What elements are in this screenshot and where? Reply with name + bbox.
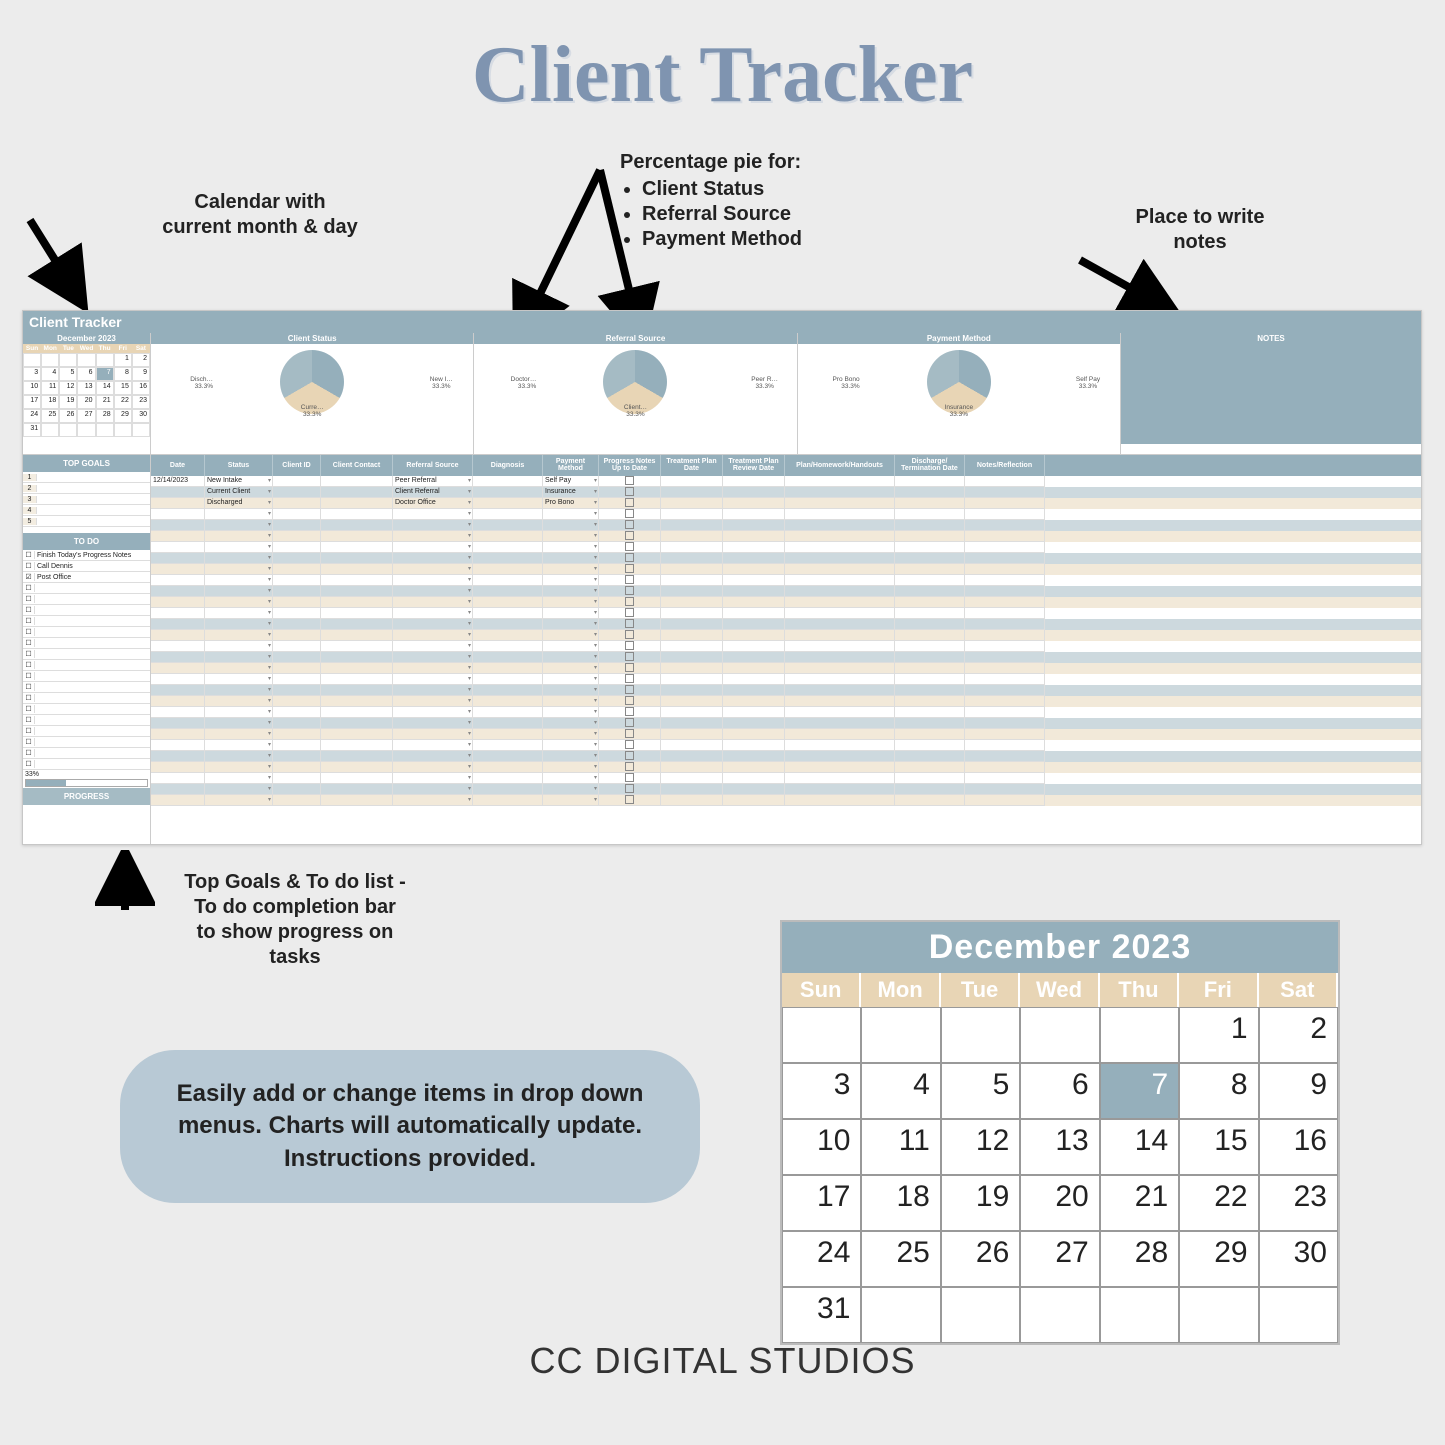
left-column: TOP GOALS 12345 TO DO ☐Finish Today's Pr… <box>23 455 151 845</box>
progress-pct: 33% <box>25 771 39 778</box>
annotation-goals-todo: Top Goals & To do list - To do completio… <box>140 870 450 970</box>
progress-label: PROGRESS <box>23 788 150 805</box>
big-calendar-day-labels: SunMonTueWedThuFriSat <box>782 973 1338 1007</box>
annotation-pies: Percentage pie for: Client Status Referr… <box>620 150 802 252</box>
chart-client-status: Client Status Disch… 33.3% New I… 33.3% … <box>151 333 474 454</box>
chart-referral-source: Referral Source Doctor… 33.3% Peer R… 33… <box>474 333 797 454</box>
page-title: Client Tracker <box>0 0 1445 131</box>
page: Client Tracker Calendar with current mon… <box>0 0 1445 171</box>
big-calendar-header: December 2023 <box>782 922 1338 973</box>
grid-body[interactable]: 12/14/2023New IntakePeer ReferralSelf Pa… <box>151 476 1421 806</box>
lower-band: TOP GOALS 12345 TO DO ☐Finish Today's Pr… <box>23 455 1421 845</box>
calendar-day-labels: SunMonTueWedThuFriSat <box>23 344 150 353</box>
spreadsheet: Client Tracker December 2023 SunMonTueWe… <box>22 310 1422 845</box>
todo-list[interactable]: ☐Finish Today's Progress Notes☐Call Denn… <box>23 550 150 770</box>
top-band: December 2023 SunMonTueWedThuFriSat 1234… <box>23 333 1421 455</box>
calendar-header: December 2023 <box>23 333 150 344</box>
annotation-calendar: Calendar with current month & day <box>130 190 390 240</box>
top-goals-list[interactable]: 12345 <box>23 472 150 527</box>
progress-row: 33% <box>23 770 150 788</box>
arrow-icon <box>20 210 130 320</box>
annotation-notes: Place to write notes <box>1100 205 1300 255</box>
chart-title: Client Status <box>151 333 473 344</box>
chart-payment-method: Payment Method Pro Bono 33.3% Self Pay 3… <box>798 333 1121 454</box>
annotation-pie-list: Client Status Referral Source Payment Me… <box>642 177 802 252</box>
top-goals-header: TOP GOALS <box>23 455 150 472</box>
grid-header: DateStatusClient IDClient ContactReferra… <box>151 455 1421 476</box>
notes-body[interactable] <box>1121 344 1421 444</box>
mini-calendar[interactable]: December 2023 SunMonTueWedThuFriSat 1234… <box>23 333 151 454</box>
chart-title: Referral Source <box>474 333 796 344</box>
todo-header: TO DO <box>23 533 150 550</box>
footer-brand: CC DIGITAL STUDIOS <box>0 1340 1445 1382</box>
data-grid[interactable]: DateStatusClient IDClient ContactReferra… <box>151 455 1421 845</box>
notes-section: NOTES <box>1121 333 1421 454</box>
progress-bar <box>25 779 148 787</box>
sheet-title: Client Tracker <box>23 311 1421 333</box>
chart-title: Payment Method <box>798 333 1120 344</box>
big-calendar: December 2023 SunMonTueWedThuFriSat 1234… <box>780 920 1340 1345</box>
calendar-grid[interactable]: 1234567891011121314151617181920212223242… <box>23 353 150 437</box>
info-pill: Easily add or change items in drop down … <box>120 1050 700 1203</box>
big-calendar-grid: 1234567891011121314151617181920212223242… <box>782 1007 1338 1343</box>
notes-title: NOTES <box>1121 333 1421 344</box>
